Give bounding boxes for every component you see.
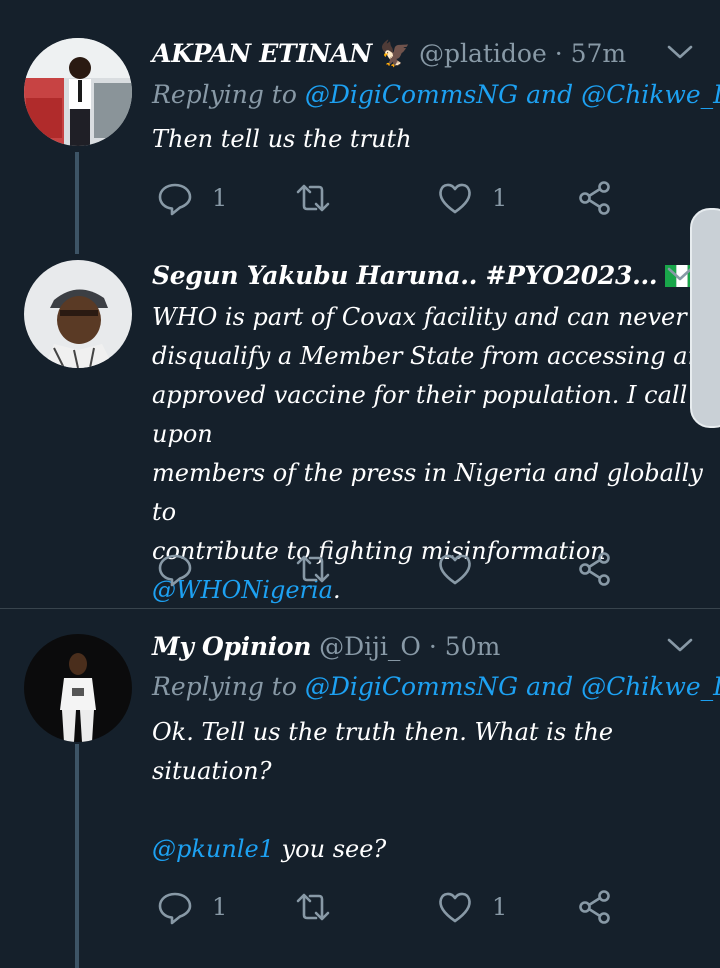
eagle-icon: 🦅 bbox=[379, 39, 412, 68]
replying-to: Replying to @DigiCommsNG and @Chikwe_I bbox=[152, 669, 720, 705]
mention-link[interactable]: @Chikwe_I bbox=[581, 672, 720, 701]
timeline: AKPAN ETINAN 🦅 @platidoe · 57m Replying … bbox=[0, 0, 720, 968]
timestamp[interactable]: 57m bbox=[571, 39, 627, 68]
tweet-header: AKPAN ETINAN 🦅 @platidoe · 57m bbox=[152, 36, 626, 72]
avatar[interactable] bbox=[24, 260, 132, 368]
retweet-button[interactable] bbox=[294, 178, 332, 218]
like-button[interactable] bbox=[436, 549, 474, 589]
avatar-image bbox=[24, 260, 132, 368]
reply-button[interactable] bbox=[156, 549, 194, 589]
reply-button[interactable]: 1 bbox=[156, 178, 227, 218]
like-button[interactable]: 1 bbox=[436, 178, 507, 218]
like-icon bbox=[439, 892, 471, 923]
tweet-divider bbox=[0, 608, 720, 609]
avatar-image bbox=[24, 634, 132, 742]
replying-and: and bbox=[526, 672, 574, 701]
tweet-text-line: situation? bbox=[152, 757, 272, 785]
separator-dot: · bbox=[428, 632, 437, 661]
avatar[interactable] bbox=[24, 634, 132, 742]
retweet-icon bbox=[296, 893, 330, 921]
timestamp[interactable]: 50m bbox=[445, 632, 501, 661]
tweet-header: Segun Yakubu Haruna.. #PYO2023... 44m bbox=[152, 258, 720, 294]
reply-count: 1 bbox=[212, 893, 228, 921]
tweet-text-line: WHO is part of Covax facility and can ne… bbox=[152, 303, 687, 331]
share-icon bbox=[579, 552, 610, 586]
mention-link[interactable]: @pkunle1 bbox=[152, 835, 274, 863]
tweet-actions bbox=[152, 549, 632, 589]
like-button[interactable]: 1 bbox=[436, 887, 507, 927]
user-handle[interactable]: @platidoe bbox=[419, 39, 547, 68]
replying-prefix: Replying to bbox=[152, 80, 297, 109]
like-icon bbox=[439, 554, 471, 585]
retweet-button[interactable] bbox=[294, 549, 332, 589]
like-count: 1 bbox=[492, 893, 508, 921]
tweet-text-line: members of the press in Nigeria and glob… bbox=[152, 459, 703, 526]
like-icon bbox=[439, 183, 471, 214]
tweet-text: Ok. Tell us the truth then. What is the … bbox=[152, 713, 712, 869]
share-icon bbox=[579, 181, 610, 215]
chevron-down-icon[interactable] bbox=[666, 635, 694, 655]
mention-link[interactable]: @DigiCommsNG bbox=[305, 80, 518, 109]
reply-count: 1 bbox=[212, 184, 228, 212]
replying-prefix: Replying to bbox=[152, 672, 297, 701]
like-count: 1 bbox=[492, 184, 508, 212]
tweet-text-line: approved vaccine for their population. I… bbox=[152, 381, 688, 448]
reply-button[interactable]: 1 bbox=[156, 887, 227, 927]
tweet-actions: 1 1 bbox=[152, 178, 632, 218]
user-handle[interactable]: @Diji_O bbox=[319, 632, 421, 661]
tweet-text-line: disqualify a Member State from accessing… bbox=[152, 342, 704, 370]
reply-icon bbox=[158, 554, 192, 587]
thread-line bbox=[75, 152, 79, 254]
retweet-icon bbox=[296, 184, 330, 212]
replying-and: and bbox=[526, 80, 574, 109]
display-name[interactable]: My Opinion bbox=[152, 632, 311, 661]
replying-to: Replying to @DigiCommsNG and @Chikwe_I bbox=[152, 77, 720, 113]
share-button[interactable] bbox=[576, 549, 614, 589]
display-name[interactable]: Segun Yakubu Haruna.. #PYO2023... bbox=[152, 261, 658, 290]
thread-line bbox=[75, 744, 79, 968]
avatar[interactable] bbox=[24, 38, 132, 146]
tweet-text: Then tell us the truth bbox=[152, 125, 412, 153]
mention-link[interactable]: @DigiCommsNG bbox=[305, 672, 518, 701]
retweet-button[interactable] bbox=[294, 887, 332, 927]
tweet-header: My Opinion @Diji_O · 50m bbox=[152, 629, 500, 665]
reply-icon bbox=[158, 183, 192, 216]
chevron-down-icon[interactable] bbox=[666, 42, 694, 62]
share-button[interactable] bbox=[576, 887, 614, 927]
tweet-1[interactable]: AKPAN ETINAN 🦅 @platidoe · 57m Replying … bbox=[0, 0, 720, 254]
tweet-text-line: Ok. Tell us the truth then. What is the bbox=[152, 718, 614, 746]
tweet-text-tail: you see? bbox=[273, 835, 387, 863]
tweet-2[interactable]: Segun Yakubu Haruna.. #PYO2023... 44m WH… bbox=[0, 240, 720, 608]
reply-icon bbox=[158, 892, 192, 925]
separator-dot: · bbox=[554, 39, 563, 68]
tweet-actions: 1 1 bbox=[152, 887, 632, 927]
share-icon bbox=[579, 890, 610, 924]
avatar-image bbox=[24, 38, 132, 146]
share-button[interactable] bbox=[576, 178, 614, 218]
scrollbar-thumb[interactable] bbox=[690, 208, 720, 428]
tweet-3[interactable]: My Opinion @Diji_O · 50m Replying to @Di… bbox=[0, 610, 720, 968]
display-name[interactable]: AKPAN ETINAN bbox=[152, 39, 372, 68]
retweet-icon bbox=[296, 555, 330, 583]
mention-link[interactable]: @Chikwe_I bbox=[581, 80, 720, 109]
